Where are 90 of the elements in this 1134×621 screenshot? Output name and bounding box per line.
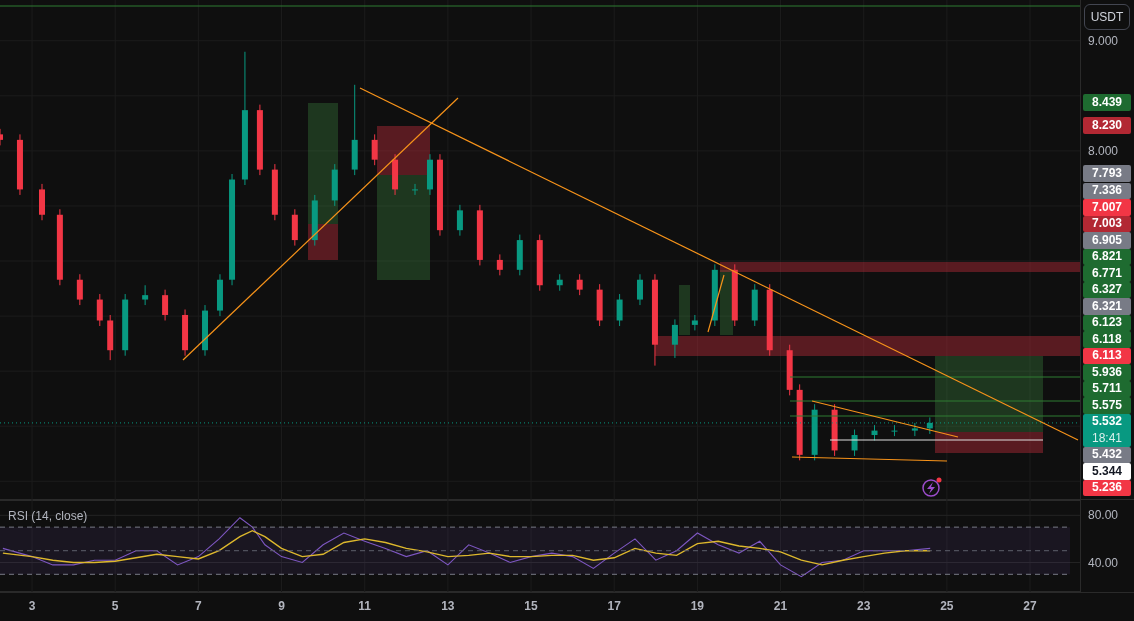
candlestick (596, 283, 603, 327)
candlestick (476, 204, 483, 266)
date-label: 25 (939, 599, 955, 613)
candlestick (786, 344, 793, 396)
candlestick (496, 253, 503, 276)
candlestick (0, 128, 3, 146)
date-label: 23 (856, 599, 872, 613)
candlestick (516, 234, 523, 276)
candlestick (926, 416, 933, 435)
candlestick (671, 318, 678, 359)
price-tag-value: 8.230 (1092, 118, 1122, 134)
lightning-icon[interactable] (922, 477, 942, 497)
candlestick (831, 403, 838, 457)
candlestick (637, 273, 643, 306)
candlestick (16, 133, 23, 196)
date-label: 15 (523, 599, 539, 613)
candlestick (427, 153, 433, 196)
candlestick (556, 273, 563, 292)
price-tag-value: 5.236 (1092, 480, 1122, 496)
price-tag-value: 5.432 (1092, 447, 1122, 463)
candlestick (891, 424, 898, 437)
candlestick (256, 104, 263, 176)
price-tag-value: 7.793 (1092, 166, 1122, 182)
candlestick (536, 234, 543, 292)
date-label: 17 (606, 599, 622, 613)
currency-button[interactable]: USDT (1084, 4, 1130, 30)
price-tag-value: 6.123 (1092, 315, 1122, 331)
price-tag-value: 8.439 (1092, 95, 1122, 111)
price-tag-value: 5.532 (1092, 414, 1122, 430)
date-label: 3 (27, 599, 37, 613)
candlestick (96, 293, 103, 327)
indicator-title: RSI (14, close) (8, 509, 88, 523)
candlestick (811, 403, 818, 461)
price-tag-value: 5.711 (1092, 381, 1122, 397)
price-tag-value: 5.344 (1092, 463, 1122, 479)
candlestick (217, 273, 223, 317)
candlestick (711, 263, 718, 327)
rsi-tick-label: 80.00 (1088, 507, 1119, 524)
candlestick (271, 163, 278, 221)
date-label: 21 (772, 599, 789, 613)
candlestick (412, 183, 418, 196)
candlestick (851, 429, 858, 457)
candlestick (371, 133, 378, 166)
rsi-tick-label: 40.00 (1088, 554, 1119, 571)
price-tag-value: 7.003 (1092, 216, 1122, 232)
price-tag-value: 6.113 (1092, 348, 1122, 364)
price-tag-value: 6.771 (1092, 265, 1122, 281)
candlestick (39, 183, 45, 221)
candlestick (911, 422, 918, 437)
candlestick (107, 314, 114, 361)
loss-zone (377, 126, 430, 175)
price-tag-value: 6.821 (1092, 249, 1122, 265)
price-tag-value: 6.327 (1092, 282, 1122, 298)
candlestick (162, 289, 169, 321)
date-label: 13 (440, 599, 456, 613)
candlestick (731, 263, 738, 327)
price-tag-value: 6.118 (1092, 331, 1122, 347)
date-label: 5 (110, 599, 120, 613)
candlestick (311, 194, 318, 247)
price-tag-value: 7.336 (1092, 183, 1122, 199)
candlestick (331, 163, 338, 207)
candlestick (291, 208, 298, 247)
date-label: 11 (357, 599, 373, 613)
price-tag-value: 5.936 (1092, 364, 1122, 380)
profit-zone (720, 270, 733, 335)
price-tag-value: 6.905 (1092, 232, 1122, 248)
countdown-timer: 18:41 (1092, 430, 1122, 446)
candlestick (392, 153, 399, 196)
loss-zone (308, 224, 338, 260)
date-label: 9 (277, 599, 286, 613)
date-label: 27 (1022, 599, 1038, 613)
candlestick (456, 204, 463, 237)
candlestick (691, 314, 698, 331)
profit-zone (679, 285, 690, 335)
candlestick (122, 293, 129, 357)
candlestick (202, 304, 208, 357)
date-label: 19 (689, 599, 706, 613)
candlestick (871, 424, 878, 442)
price-tick-label: 9.000 (1088, 32, 1119, 49)
candlestick (76, 273, 83, 306)
candlestick (182, 308, 189, 357)
candlestick (751, 283, 758, 327)
price-tag-value: 7.007 (1092, 199, 1122, 215)
date-label: 7 (194, 599, 203, 613)
price-tick-label: 8.000 (1088, 142, 1119, 159)
candlestick (142, 284, 149, 306)
candlestick (576, 273, 583, 296)
price-tag-value: 6.321 (1092, 298, 1122, 314)
candlestick (616, 293, 623, 327)
price-tag-value: 5.575 (1092, 397, 1122, 413)
